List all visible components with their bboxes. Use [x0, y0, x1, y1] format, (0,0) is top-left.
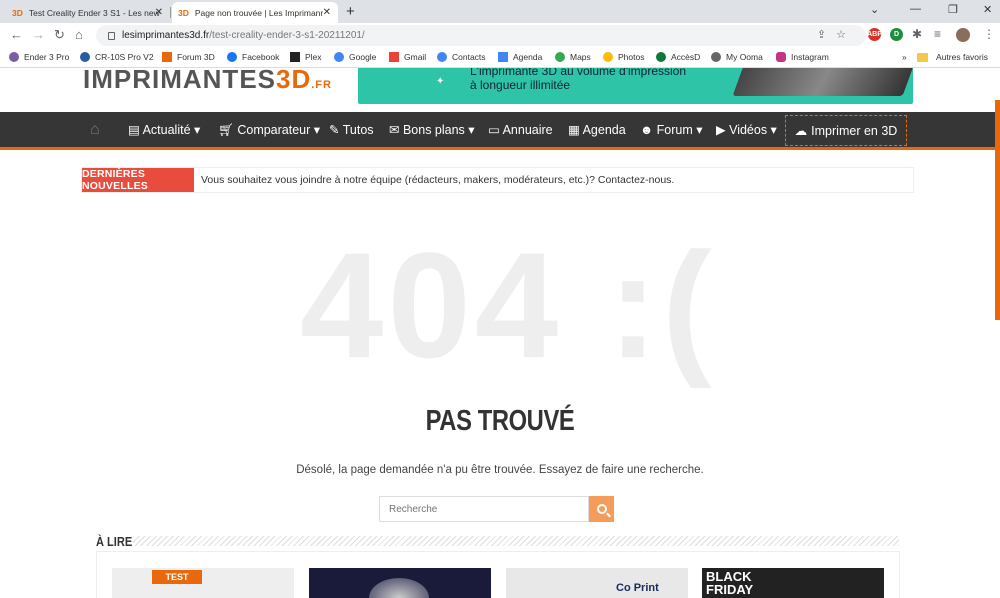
bookmark-item[interactable]: Facebook: [227, 52, 279, 62]
tab-separator: [170, 7, 171, 18]
puzzle-icon[interactable]: ✱: [912, 27, 922, 41]
coprint-label: Co Print: [616, 582, 659, 594]
menu-icon[interactable]: ⋮: [983, 27, 995, 41]
section-divider: [133, 536, 899, 546]
banner-line-1: L'imprimante 3D au volume d'impression: [470, 68, 687, 78]
site-logo[interactable]: IMPRIMANTES3D.FR: [83, 68, 332, 95]
chevron-down-icon[interactable]: ⌄: [870, 3, 879, 16]
tab-title: Page non trouvée | Les Imprimanr: [194, 7, 324, 18]
other-bookmarks[interactable]: Autres favoris: [917, 52, 988, 62]
bookmark-item[interactable]: My Ooma: [711, 52, 763, 62]
nav-item-imprimer[interactable]: ☁ Imprimer en 3D: [785, 115, 907, 146]
bookmark-item[interactable]: Photos: [603, 52, 644, 62]
url-path: /test-creality-ender-3-s1-20211201/: [209, 30, 365, 41]
nav-item-bons-plans[interactable]: ✉ Bons plans ▾: [389, 122, 475, 137]
forward-icon[interactable]: →: [32, 27, 45, 42]
star-icon[interactable]: ☆: [836, 29, 856, 41]
folder-icon: [917, 52, 929, 62]
close-icon[interactable]: ✕: [323, 7, 331, 18]
nav-item-videos[interactable]: ▶ Vidéos ▾: [716, 122, 777, 137]
search-button[interactable]: [589, 496, 614, 522]
page-content: IMPRIMANTES3D.FR ✦ L'imprimante 3D au vo…: [0, 68, 1000, 598]
extension-d-icon[interactable]: D: [890, 28, 903, 41]
chevron-right-icon[interactable]: »: [902, 52, 907, 62]
site-favicon: 3D: [178, 7, 189, 18]
page-title: PAS TROUVÉ: [425, 405, 575, 437]
address-bar[interactable]: lesimprimantes3d.fr/test-creality-ender-…: [96, 25, 866, 46]
adblock-icon[interactable]: ABP: [867, 28, 882, 41]
news-label: DERNIÈRES NOUVELLES: [82, 168, 194, 192]
browser-tab-strip: 3D Test Creality Ender 3 S1 - Les new ✕ …: [0, 0, 1000, 23]
article-card[interactable]: [309, 568, 491, 598]
nav-item-forum[interactable]: ☻ Forum ▾: [640, 122, 703, 137]
nav-item-tutos[interactable]: ✎ Tutos: [329, 122, 374, 137]
bookmark-item[interactable]: Agenda: [498, 52, 542, 62]
new-tab-icon[interactable]: +: [346, 3, 355, 20]
ad-banner[interactable]: ✦ L'imprimante 3D au volume d'impression…: [358, 68, 913, 104]
article-card[interactable]: TEST: [112, 568, 294, 598]
bookmark-item[interactable]: AccèsD: [656, 52, 700, 62]
bookmark-item[interactable]: Google: [334, 52, 376, 62]
bookmark-item[interactable]: Instagram: [776, 52, 829, 62]
sparkle-icon: ✦: [436, 76, 445, 87]
close-icon[interactable]: ✕: [155, 7, 163, 18]
minimize-icon[interactable]: —: [910, 3, 921, 15]
printer-image: [732, 68, 913, 96]
article-card[interactable]: BLACK FRIDAY: [702, 568, 884, 598]
banner-line-2: à longueur illimitée: [470, 78, 571, 92]
bookmark-item[interactable]: Forum 3D: [162, 52, 215, 62]
site-favicon: 3D: [12, 7, 23, 18]
news-ticker: DERNIÈRES NOUVELLES Vous souhaitez vous …: [81, 167, 914, 193]
bookmark-item[interactable]: Maps: [555, 52, 591, 62]
error-code: 404 :(: [300, 221, 716, 389]
article-cards: TEST Co Print BLACK FRIDAY: [96, 551, 900, 598]
browser-toolbar: ← → ↻ ⌂ lesimprimantes3d.fr/test-crealit…: [0, 23, 1000, 48]
url-host: lesimprimantes3d.fr: [122, 30, 210, 41]
browser-tab-1[interactable]: 3D Test Creality Ender 3 S1 - Les new ✕: [6, 2, 170, 23]
section-title: À LIRE: [96, 534, 133, 549]
article-card[interactable]: Co Print: [506, 568, 688, 598]
bookmark-item[interactable]: CR-10S Pro V2: [80, 52, 154, 62]
search-input[interactable]: [379, 496, 589, 522]
nav-item-annuaire[interactable]: ▭ Annuaire: [488, 122, 553, 137]
nav-item-actualite[interactable]: ▤ Actualité ▾: [128, 122, 200, 137]
home-icon[interactable]: ⌂: [90, 121, 100, 139]
bookmark-item[interactable]: Contacts: [437, 52, 486, 62]
test-badge: TEST: [152, 570, 202, 584]
share-icon[interactable]: ⇪: [817, 29, 836, 41]
reload-icon[interactable]: ↻: [54, 27, 65, 43]
bookmark-item[interactable]: Plex: [290, 52, 322, 62]
browser-tab-2[interactable]: 3D Page non trouvée | Les Imprimanr ✕: [172, 2, 338, 23]
news-link[interactable]: Vous souhaitez vous joindre à notre équi…: [201, 174, 674, 186]
scrollbar[interactable]: [995, 100, 1000, 320]
back-icon[interactable]: ←: [10, 27, 23, 42]
main-nav: ⌂ ▤ Actualité ▾ 🛒︎ Comparateur ▾ ✎ Tutos…: [0, 112, 1000, 150]
bookmark-item[interactable]: Ender 3 Pro: [9, 52, 69, 62]
reading-list-icon[interactable]: ≡: [934, 27, 941, 41]
restore-icon[interactable]: ❐: [948, 3, 958, 16]
nav-item-comparateur[interactable]: 🛒︎ Comparateur ▾: [218, 122, 320, 138]
bookmarks-bar: Ender 3 Pro CR-10S Pro V2 Forum 3D Faceb…: [0, 48, 1000, 68]
lock-icon: [108, 31, 115, 40]
home-icon[interactable]: ⌂: [75, 27, 83, 42]
black-friday-label: BLACK FRIDAY: [706, 569, 754, 597]
search-icon: [596, 504, 607, 514]
error-message: Désolé, la page demandée n'a pu être tro…: [296, 464, 704, 476]
tab-title: Test Creality Ender 3 S1 - Les new: [28, 7, 160, 18]
nav-item-agenda[interactable]: ▦ Agenda: [568, 122, 626, 137]
bookmark-item[interactable]: Gmail: [389, 52, 426, 62]
window-close-icon[interactable]: ✕: [983, 3, 992, 16]
avatar[interactable]: [956, 28, 970, 42]
